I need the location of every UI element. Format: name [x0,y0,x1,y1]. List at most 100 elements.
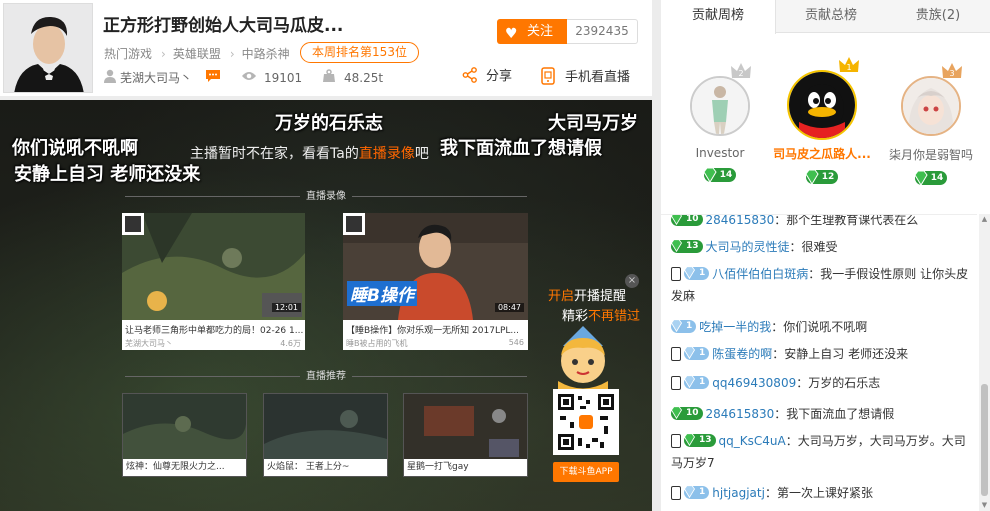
mobile-label: 手机看直播 [565,70,631,85]
chat-text: ：安静上自习 老师还没来 [772,347,909,361]
level-number: 14 [930,173,944,183]
replay-card[interactable]: 睡B操作 08:47 【睡B操作】你对乐观一无所知 2017LPL... 睡B被… [343,213,528,350]
level-number: 1 [699,487,706,497]
level-badge: 1 [683,346,710,360]
gem-icon [805,169,819,185]
watch-on-mobile-button[interactable]: 手机看直播 [541,67,630,87]
contributor-level: 14 [881,169,981,186]
chat-message[interactable]: 13 大司马的灵性徒：很难受 [670,236,977,258]
tab-nobles[interactable]: 贵族(2) [886,0,990,33]
offline-notice: 主播暂时不在家，看看Ta的直播录像吧 [190,143,429,163]
viewer-count: 19101 [264,71,303,85]
contributor-rank-3[interactable]: 3 柒月你是弱智吗 14 [881,63,981,186]
promo-line1: 开播提醒 [574,289,627,304]
chat-message[interactable]: 1 吃掉一半的我：你们说吼不吼啊 [670,316,977,338]
scroll-up-icon[interactable]: ▲ [979,214,990,225]
anchor-name[interactable]: 芜湖大司马丶 [120,69,192,87]
video-player[interactable]: 万岁的石乐志 大司马万岁 你们说吼不吼啊 我下面流血了想请假 安静上自习 老师还… [0,100,652,511]
chat-username[interactable]: 吃掉一半的我 [699,320,771,334]
mobile-device-icon [671,485,681,500]
level-badge: 13 [683,433,716,447]
room-header: 正方形打野创始人大司马瓜皮... ♥ 关注 2392435 热门游戏 › 英雄联盟 ›… [0,0,652,96]
follow-button[interactable]: ♥ 关注 [497,19,567,44]
chat-message[interactable]: 1 陈蛋卷的啊：安静上自习 老师还没来 [671,343,977,365]
contributor-level: 14 [670,166,770,183]
chat-message[interactable]: 1 八佰伴伯伯白斑病：我一手假设性原则 让你头皮发麻 [671,263,977,307]
level-badge: 10 [670,215,703,226]
contributor-name: Investor [695,146,745,160]
chat-message[interactable]: 13 qq_KsC4uA：大司马万岁，大司马万岁。大司马万岁7 [671,430,977,474]
crown-icon: 1 [839,57,859,72]
contributor-rank-1[interactable]: 1 司马皮之瓜路人... 12 [772,57,872,185]
level-badge: 10 [670,406,703,420]
mascot-icon [558,326,608,391]
chat-username[interactable]: qq469430809 [712,376,796,390]
weekly-rank-badge[interactable]: 本周排名第153位 [300,42,419,63]
contributor-avatar [787,70,857,140]
recommend-card[interactable]: 火焰鼠： 王者上分~ [263,393,388,477]
gem-icon [683,485,696,499]
rank-tabs: 贡献周榜 贡献总榜 贵族(2) [661,0,990,34]
chat-username[interactable]: qq_KsC4uA [719,434,786,448]
tab-total[interactable]: 贡献总榜 [776,0,886,33]
crown-icon: 2 [731,63,751,78]
crumb-separator: › [161,47,166,61]
user-icon [104,69,116,88]
replay-caption[interactable]: 让马老师三角形中单都吃力的局！02-26 1... [125,323,303,336]
chat-message[interactable]: 1 hjtjagjatj：第一次上课好紧张 [671,482,977,504]
recommend-caption: 星鹅一打飞gay [404,459,527,476]
offline-prefix: 主播暂时不在家，看看Ta的 [190,146,359,162]
download-app-button[interactable]: 下载斗鱼APP [553,462,619,482]
chat-username[interactable]: 284615830 [706,407,775,421]
contributor-rank-2[interactable]: 2 Investor 14 [670,63,770,183]
phone-icon [541,67,555,85]
tab-weekly[interactable]: 贡献周榜 [661,0,776,34]
chat-scrollbar[interactable]: ▲ ▼ [979,214,990,511]
share-button[interactable]: 分享 [462,67,512,86]
level-number: 13 [686,241,699,251]
level-badge: 1 [683,485,710,499]
replay-section-label: 直播录像 [306,191,346,202]
replay-author: 芜湖大司马丶 [125,339,173,348]
room-stats: 芜湖大司马丶 19101 48.25t [104,69,404,87]
chat-list[interactable]: 10 284615830：那个生理教育课代表在么 13 大司马的灵性徒：很难受 1八… [661,214,977,511]
close-icon[interactable]: × [625,274,639,288]
page-root: 正方形打野创始人大司马瓜皮... ♥ 关注 2392435 热门游戏 › 英雄联盟 ›… [0,0,990,511]
contributor-name: 柒月你是弱智吗 [888,148,973,162]
chat-message[interactable]: 10 284615830：我下面流血了想请假 [670,403,977,425]
replay-caption[interactable]: 【睡B操作】你对乐观一无所知 2017LPL... [346,323,526,336]
promo-line1-highlight: 开启 [548,289,575,304]
crown-rank-number: 1 [846,63,851,72]
replay-link[interactable]: 直播录像 [359,146,415,162]
scroll-thumb[interactable] [981,384,988,496]
replay-card[interactable]: 12:01 让马老师三角形中单都吃力的局！02-26 1... 芜湖大司马丶 4… [122,213,305,350]
level-number: 13 [699,435,712,445]
chat-username[interactable]: 八佰伴伯伯白斑病 [712,267,808,281]
recommend-card[interactable]: 炫神：仙尊无限火力之... [122,393,247,477]
eye-icon [241,69,257,87]
crumb-hot-games[interactable]: 热门游戏 [104,47,152,61]
replay-section-title: 直播录像 [0,187,652,202]
top-contributors: 2 Investor 14 1 司马皮之瓜路人... 12 3 柒月你是弱智吗 [661,34,990,214]
gem-icon [670,319,683,333]
chat-username[interactable]: hjtjagjatj [712,486,765,500]
level-number: 12 [821,172,835,182]
crown-icon: 3 [942,63,962,78]
level-badge: 14 [703,167,737,183]
chat-bubble-icon[interactable] [205,69,221,88]
chat-username[interactable]: 284615830 [706,215,775,227]
crumb-mid-lane[interactable]: 中路杀神 [242,47,290,61]
chat-username[interactable]: 大司马的灵性徒 [706,240,790,254]
scroll-down-icon[interactable]: ▼ [979,500,990,511]
anchor-avatar[interactable] [3,3,93,93]
level-number: 1 [686,321,693,331]
chat-text: ：那个生理教育课代表在么 [774,214,919,227]
chat-username[interactable]: 陈蛋卷的啊 [712,347,772,361]
recommend-card[interactable]: 星鹅一打飞gay [403,393,528,477]
gem-icon [914,170,928,186]
chat-message[interactable]: 10 284615830：那个生理教育课代表在么 [670,214,977,231]
chat-message[interactable]: 1 qq469430809：万岁的石乐志 [671,372,977,394]
level-number: 10 [686,408,699,418]
contributor-avatar [690,76,750,136]
crumb-lol[interactable]: 英雄联盟 [173,47,221,61]
